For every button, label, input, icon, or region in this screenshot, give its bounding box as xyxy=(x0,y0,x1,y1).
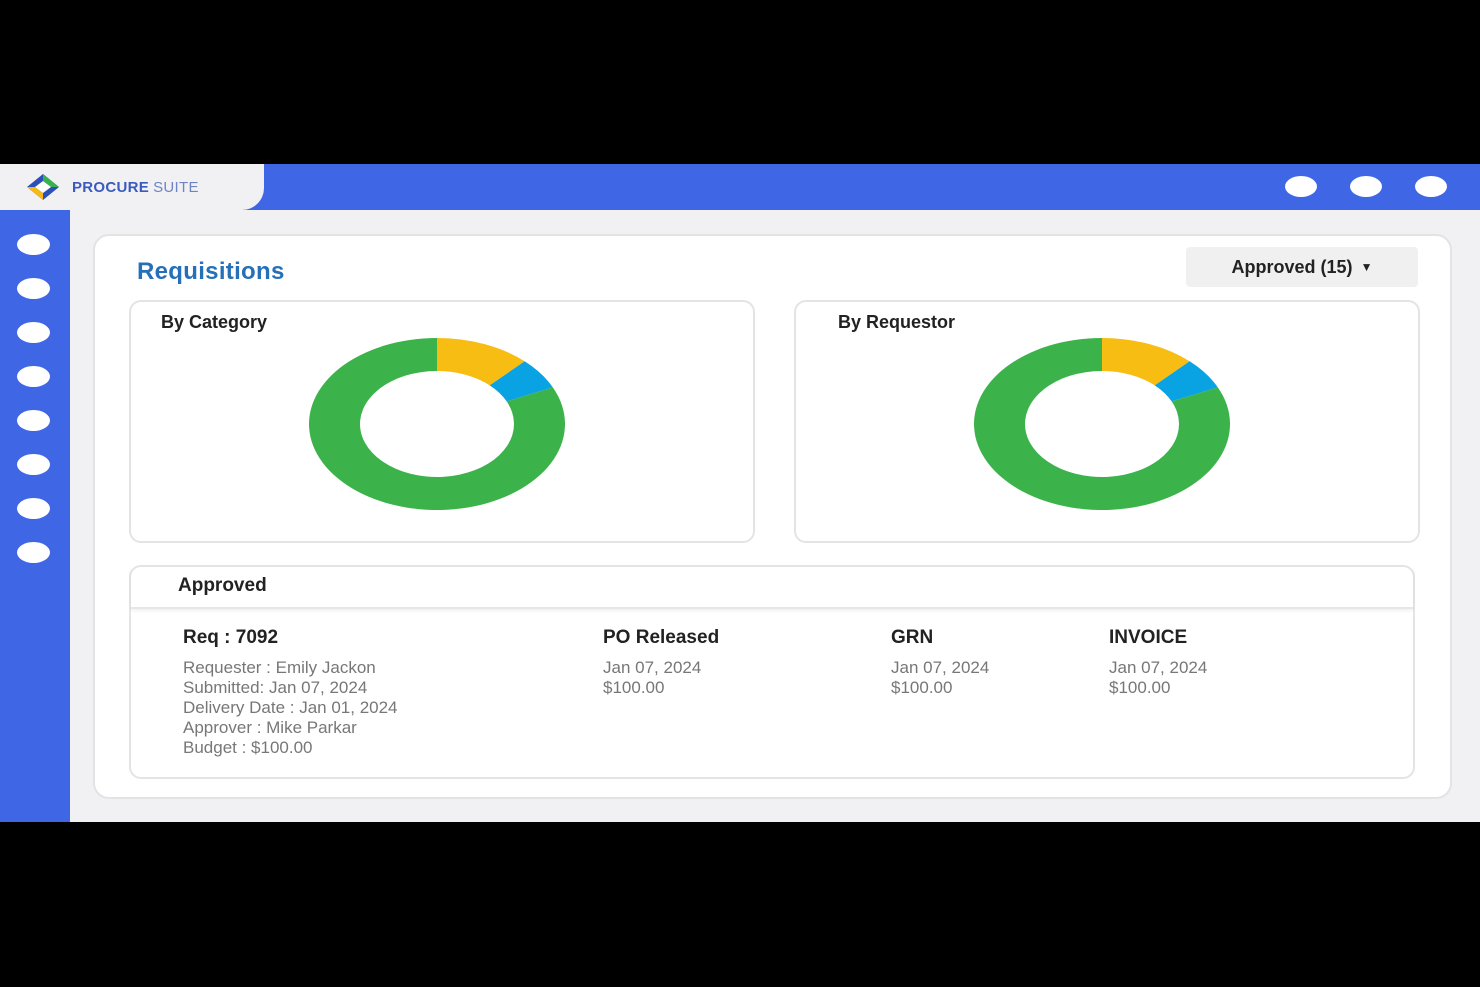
status-filter-dropdown[interactable]: Approved (15) ▼ xyxy=(1186,247,1418,287)
page-title: Requisitions xyxy=(137,258,285,285)
po-released-title: PO Released xyxy=(603,627,720,648)
requestor-donut-chart xyxy=(974,338,1230,510)
brand-logo[interactable]: PROCURE SUITE xyxy=(24,172,199,202)
window-control-dot[interactable] xyxy=(1350,176,1382,197)
submitted-line: Submitted: Jan 07, 2024 xyxy=(183,678,368,697)
sidebar-nav-item[interactable] xyxy=(17,322,50,343)
grn-column: GRN Jan 07, 2024 $100.00 xyxy=(891,627,989,698)
sidebar-nav-item[interactable] xyxy=(17,454,50,475)
grn-amount: $100.00 xyxy=(891,678,953,697)
procure-suite-logo-icon xyxy=(27,174,59,200)
approved-header: Approved xyxy=(131,567,1413,609)
sidebar-nav-item[interactable] xyxy=(17,498,50,519)
caret-down-icon: ▼ xyxy=(1360,260,1373,274)
invoice-date: Jan 07, 2024 xyxy=(1109,658,1208,677)
sidebar-nav-item[interactable] xyxy=(17,542,50,563)
category-chart-panel: By Category xyxy=(129,300,755,543)
requisition-details[interactable]: Req : 7092 Requester : Emily Jackon Subm… xyxy=(183,627,398,758)
po-released-column: PO Released Jan 07, 2024 $100.00 xyxy=(603,627,719,698)
po-released-amount: $100.00 xyxy=(603,678,665,697)
status-filter-label: Approved (15) xyxy=(1231,256,1353,277)
invoice-title: INVOICE xyxy=(1109,627,1188,648)
po-released-date: Jan 07, 2024 xyxy=(603,658,702,677)
sidebar-nav-item[interactable] xyxy=(17,234,50,255)
brand-name: PROCURE SUITE xyxy=(72,179,199,196)
requisitions-card: Requisitions Approved (15) ▼ By Category… xyxy=(93,234,1452,799)
sidebar-nav-item[interactable] xyxy=(17,410,50,431)
chart-title: By Category xyxy=(161,312,268,332)
chart-title: By Requestor xyxy=(838,312,956,332)
approved-panel: Approved Req : 7092 Requester : Emily Ja… xyxy=(129,565,1415,779)
invoice-column: INVOICE Jan 07, 2024 $100.00 xyxy=(1109,627,1207,698)
category-donut-chart xyxy=(309,338,565,510)
requestor-chart-panel: By Requestor xyxy=(794,300,1420,543)
budget-line: Budget : $100.00 xyxy=(183,738,313,757)
window-control-dot[interactable] xyxy=(1415,176,1447,197)
delivery-date-line: Delivery Date : Jan 01, 2024 xyxy=(183,698,398,717)
invoice-amount: $100.00 xyxy=(1109,678,1171,697)
brand-primary: PROCURE xyxy=(72,178,150,196)
brand-secondary: SUITE xyxy=(153,178,199,196)
requisition-number: Req : 7092 xyxy=(183,627,279,648)
window-controls xyxy=(1285,176,1447,197)
approved-title: Approved xyxy=(178,575,267,596)
sidebar-nav-item[interactable] xyxy=(17,366,50,387)
approver-line: Approver : Mike Parkar xyxy=(183,718,357,737)
grn-date: Jan 07, 2024 xyxy=(891,658,990,677)
grn-title: GRN xyxy=(891,627,934,648)
sidebar-nav-item[interactable] xyxy=(17,278,50,299)
window-control-dot[interactable] xyxy=(1285,176,1317,197)
requester-line: Requester : Emily Jackon xyxy=(183,658,376,677)
sidebar xyxy=(0,210,70,822)
app-window: PROCURE SUITE Requisitions Approved (15) … xyxy=(0,164,1480,822)
